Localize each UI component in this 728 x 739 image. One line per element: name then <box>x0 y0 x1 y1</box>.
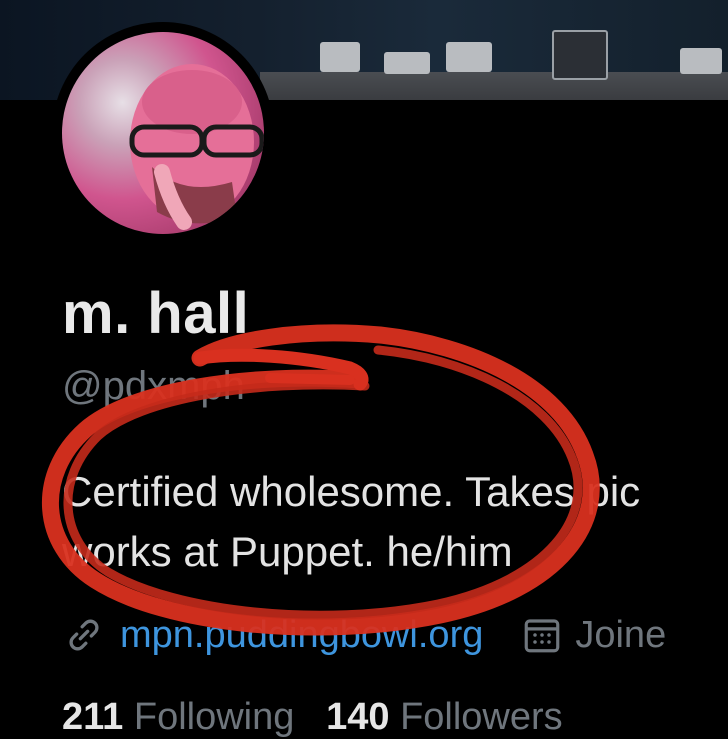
following-stat[interactable]: 211 Following <box>62 696 294 738</box>
banner-step <box>552 30 608 80</box>
bio-line: Certified wholesome. Takes pic <box>62 468 641 515</box>
bio: Certified wholesome. Takes pic works at … <box>62 462 728 582</box>
profile-meta: mpn.puddingbowl.org Joine <box>62 610 728 660</box>
handle: @pdxmph <box>62 364 245 408</box>
display-name: m. hall <box>62 281 250 346</box>
avatar[interactable] <box>52 22 274 244</box>
banner-step <box>680 48 722 74</box>
following-count: 211 <box>62 696 124 738</box>
followers-label: Followers <box>400 696 563 738</box>
follow-stats: 211 Following 140 Followers <box>62 696 563 739</box>
link-icon <box>69 619 99 651</box>
joined-date: Joine <box>575 613 667 656</box>
banner-step <box>320 42 360 72</box>
following-label: Following <box>133 696 295 738</box>
calendar-icon <box>525 619 560 653</box>
banner-step <box>384 52 430 74</box>
avatar-photo <box>62 32 264 234</box>
bio-line: works at Puppet. he/him <box>62 528 513 575</box>
banner-step <box>446 42 492 72</box>
followers-stat[interactable]: 140 Followers <box>326 696 563 738</box>
banner-floor <box>260 72 728 100</box>
avatar-illustration <box>129 64 264 230</box>
website-link[interactable]: mpn.puddingbowl.org <box>120 614 483 657</box>
followers-count: 140 <box>326 696 390 738</box>
